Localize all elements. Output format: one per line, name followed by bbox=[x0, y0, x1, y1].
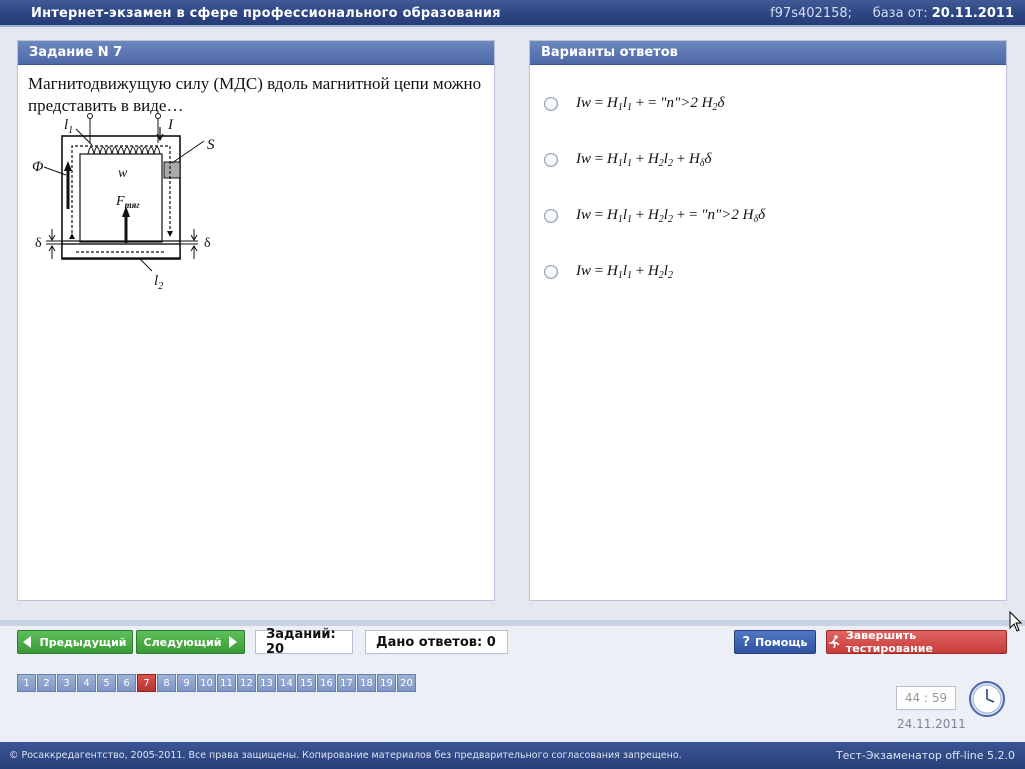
question-number-14[interactable]: 14 bbox=[277, 674, 296, 692]
question-number-18[interactable]: 18 bbox=[357, 674, 376, 692]
navigation-bar: Предыдущий Следующий Заданий: 20 Дано от… bbox=[0, 620, 1025, 742]
answer-option-2[interactable]: Iw = H1l1 + H2l2 + Hδδ bbox=[544, 148, 711, 172]
answer-option-3[interactable]: Iw = H1l1 + H2l2 + = "n">2 Hδδ bbox=[544, 204, 765, 228]
question-number-17[interactable]: 17 bbox=[337, 674, 356, 692]
label-current: I bbox=[167, 117, 174, 133]
task-panel: Задание N 7 Магнитодвижущую силу (МДС) в… bbox=[17, 40, 495, 601]
app-title: Интернет-экзамен в сфере профессионально… bbox=[31, 6, 501, 21]
answer-radio[interactable] bbox=[544, 265, 558, 279]
mouse-cursor-icon bbox=[1009, 611, 1023, 632]
finish-button[interactable]: Завершить тестирование bbox=[826, 629, 1007, 655]
title-bar: Интернет-экзамен в сфере профессионально… bbox=[0, 0, 1025, 27]
question-text: Магнитодвижущую силу (МДС) вдоль магнитн… bbox=[28, 74, 482, 115]
answers-counter: Дано ответов: 0 bbox=[365, 630, 508, 654]
label-l2: l2 bbox=[154, 273, 163, 292]
answer-formula: Iw = H1l1 + H2l2 + = "n">2 Hδδ bbox=[576, 207, 766, 225]
current-date: 24.11.2011 bbox=[897, 717, 966, 731]
footer: © Росаккредагентство, 2005-2011. Все пра… bbox=[0, 742, 1025, 769]
question-number-4[interactable]: 4 bbox=[77, 674, 96, 692]
clock-icon bbox=[969, 681, 1005, 717]
answer-formula: Iw = H1l1 + H2l2 bbox=[576, 263, 673, 281]
magnetic-circuit-diagram: l1 I S Φ w Fтяг δ δ l2 bbox=[32, 113, 215, 292]
session-id: f97s402158; bbox=[770, 6, 853, 21]
answer-option-1[interactable]: Iw = H1l1 + = "n">2 H2δ bbox=[544, 92, 724, 116]
winding bbox=[87, 146, 161, 155]
answers-panel: Варианты ответов Iw = H1l1 + = "n">2 H2δ… bbox=[529, 40, 1007, 601]
running-man-icon bbox=[828, 635, 840, 649]
question-number-20[interactable]: 20 bbox=[397, 674, 416, 692]
answers-header: Варианты ответов bbox=[530, 41, 1006, 65]
finish-label: Завершить тестирование bbox=[845, 629, 933, 655]
label-turns: w bbox=[118, 166, 128, 181]
copyright: © Росаккредагентство, 2005-2011. Все пра… bbox=[9, 750, 682, 761]
base-label: база от: bbox=[872, 6, 928, 21]
armature bbox=[61, 243, 181, 259]
question-number-10[interactable]: 10 bbox=[197, 674, 216, 692]
question-number-11[interactable]: 11 bbox=[217, 674, 236, 692]
question-number-19[interactable]: 19 bbox=[377, 674, 396, 692]
question-number-15[interactable]: 15 bbox=[297, 674, 316, 692]
prev-label: Предыдущий bbox=[39, 635, 127, 649]
session-info: f97s402158; база от: 20.11.2011 bbox=[770, 6, 1014, 21]
base-date: 20.11.2011 bbox=[931, 6, 1014, 21]
prev-button[interactable]: Предыдущий bbox=[17, 630, 133, 654]
answer-radio[interactable] bbox=[544, 153, 558, 167]
answer-option-4[interactable]: Iw = H1l1 + H2l2 bbox=[544, 260, 673, 284]
question-number-5[interactable]: 5 bbox=[97, 674, 116, 692]
app-version: Тест-Экзаменатор off-line 5.2.0 bbox=[835, 749, 1015, 762]
question-number-2[interactable]: 2 bbox=[37, 674, 56, 692]
question-number-7[interactable]: 7 bbox=[137, 674, 156, 692]
question-number-8[interactable]: 8 bbox=[157, 674, 176, 692]
question-number-13[interactable]: 13 bbox=[257, 674, 276, 692]
answer-formula: Iw = H1l1 + H2l2 + Hδδ bbox=[576, 151, 712, 169]
next-button[interactable]: Следующий bbox=[136, 630, 245, 654]
arrow-left-icon bbox=[23, 636, 32, 648]
label-gap-left: δ bbox=[35, 236, 42, 251]
next-label: Следующий bbox=[143, 635, 222, 649]
question-number-strip: 1 2 3 4 5 6 7 8 9 10 11 12 13 14 15 16 17 18 19 20 bbox=[17, 674, 417, 692]
question-number-3[interactable]: 3 bbox=[57, 674, 76, 692]
label-flux: Φ bbox=[32, 159, 44, 175]
cross-section-area bbox=[163, 161, 181, 179]
tasks-counter: Заданий: 20 bbox=[255, 627, 353, 657]
question-number-9[interactable]: 9 bbox=[177, 674, 196, 692]
question-number-6[interactable]: 6 bbox=[117, 674, 136, 692]
label-force: Fтяг bbox=[115, 194, 140, 210]
help-icon: ? bbox=[742, 634, 751, 650]
question-number-16[interactable]: 16 bbox=[317, 674, 336, 692]
timer: 44 : 59 bbox=[896, 686, 956, 710]
label-gap-right: δ bbox=[204, 236, 211, 251]
arrow-right-icon bbox=[229, 636, 238, 648]
help-button[interactable]: ? Помощь bbox=[734, 630, 816, 654]
label-area: S bbox=[207, 137, 215, 153]
question-number-1[interactable]: 1 bbox=[17, 674, 36, 692]
label-l1: l1 bbox=[64, 117, 73, 136]
answer-formula: Iw = H1l1 + = "n">2 H2δ bbox=[576, 95, 725, 113]
question-number-12[interactable]: 12 bbox=[237, 674, 256, 692]
task-header: Задание N 7 bbox=[18, 41, 494, 65]
work-area: Задание N 7 Магнитодвижущую силу (МДС) в… bbox=[0, 29, 1025, 620]
help-label: Помощь bbox=[755, 635, 808, 649]
answer-radio[interactable] bbox=[544, 209, 558, 223]
answer-radio[interactable] bbox=[544, 97, 558, 111]
